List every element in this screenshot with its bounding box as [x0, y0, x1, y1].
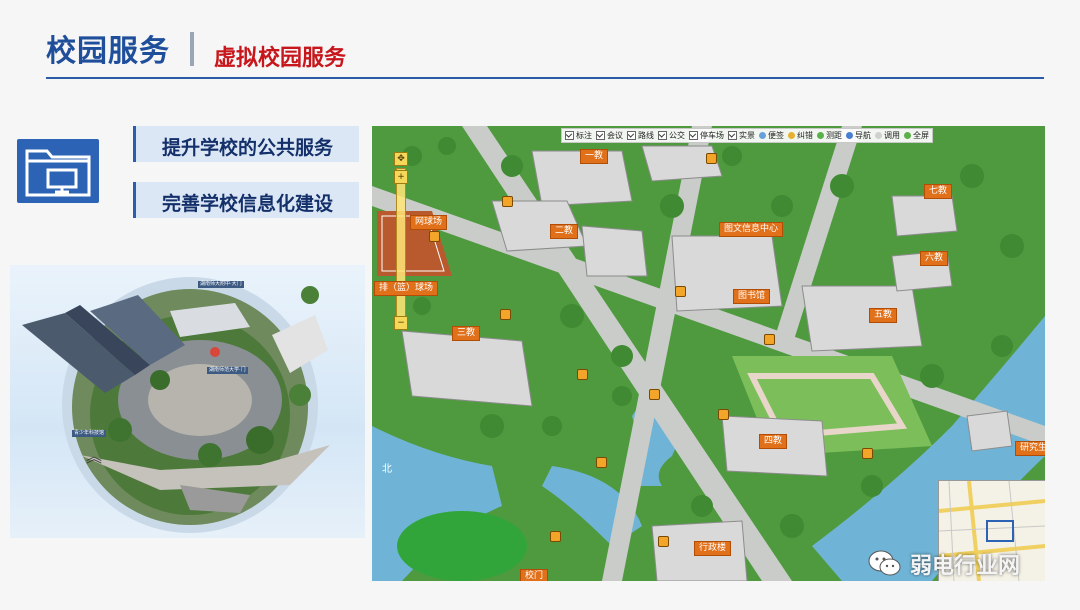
- poi-marker[interactable]: [649, 389, 660, 400]
- toolbar-item-label: 标注: [576, 130, 592, 140]
- embed-icon: [875, 132, 882, 139]
- toolbar-item-label: 路线: [638, 130, 654, 140]
- callout-informatization: 完善学校信息化建设: [133, 182, 359, 218]
- poi-marker[interactable]: [550, 531, 561, 542]
- map-label-admin[interactable]: 行政楼: [694, 541, 732, 556]
- poi-marker[interactable]: [764, 334, 775, 345]
- toolbar-item-label: 停车场: [700, 130, 724, 140]
- map-toolbar: 标注 会议 路线 公交 停车场 实景 便签 纠错 测距 导航 调用 全屏: [561, 128, 933, 143]
- toolbar-fullscreen-button[interactable]: 全屏: [904, 130, 929, 140]
- folder-icon-tile: [17, 139, 99, 203]
- toolbar-labels-toggle[interactable]: 标注: [565, 131, 592, 140]
- toolbar-item-label: 导航: [855, 130, 871, 140]
- warning-icon: [788, 132, 795, 139]
- panorama-label: 青少年科技馆: [72, 430, 107, 437]
- campus-map[interactable]: 标注 会议 路线 公交 停车场 实景 便签 纠错 测距 导航 调用 全屏 ✥ +…: [372, 126, 1045, 581]
- wechat-icon: [868, 550, 901, 576]
- toolbar-item-label: 调用: [884, 130, 900, 140]
- map-label-library[interactable]: 图书馆: [733, 289, 771, 304]
- poi-marker[interactable]: [577, 369, 588, 380]
- poi-marker[interactable]: [596, 457, 607, 468]
- compass-icon: 北: [382, 464, 392, 475]
- fullscreen-icon: [904, 132, 911, 139]
- toolbar-item-label: 测距: [826, 130, 842, 140]
- map-label-tennis[interactable]: 网球场: [410, 215, 448, 230]
- panorama-illustration: [22, 277, 330, 533]
- map-label-wujiao[interactable]: 五教: [869, 308, 898, 323]
- poi-marker[interactable]: [675, 286, 686, 297]
- zoom-out-button[interactable]: −: [394, 316, 408, 330]
- poi-marker[interactable]: [429, 231, 440, 242]
- poi-marker[interactable]: [500, 309, 511, 320]
- map-label-liujiao[interactable]: 六教: [920, 251, 949, 266]
- toolbar-note-button[interactable]: 便签: [759, 130, 784, 140]
- toolbar-route-toggle[interactable]: 路线: [627, 131, 654, 140]
- toolbar-bus-toggle[interactable]: 公交: [658, 131, 685, 140]
- title-divider: [190, 32, 194, 66]
- panorama-image[interactable]: 湖南师大附中·大门 湖南师范大学·门 青少年科技馆 ︽: [10, 265, 365, 538]
- poi-marker[interactable]: [862, 448, 873, 459]
- ruler-icon: [817, 132, 824, 139]
- toolbar-item-label: 会议: [607, 130, 623, 140]
- folder-monitor-icon: [25, 149, 91, 197]
- navigation-icon: [846, 132, 853, 139]
- toolbar-embed-button[interactable]: 调用: [875, 130, 900, 140]
- map-label-volleyball[interactable]: 排（篮）球场: [374, 281, 439, 296]
- pan-control[interactable]: ✥: [394, 152, 408, 166]
- map-label-qijiao[interactable]: 七教: [924, 184, 953, 199]
- panorama-label: 湖南师范大学·门: [207, 367, 248, 374]
- map-label-grad[interactable]: 研究生: [1015, 441, 1045, 456]
- map-label-sijiao[interactable]: 四教: [759, 434, 788, 449]
- toolbar-item-label: 全屏: [913, 130, 929, 140]
- callout-public-service: 提升学校的公共服务: [133, 126, 359, 162]
- chevron-up-icon[interactable]: ︽: [86, 443, 102, 467]
- callout-text: 提升学校的公共服务: [161, 137, 333, 159]
- map-label-library-center[interactable]: 图文信息中心: [719, 222, 784, 237]
- watermark: 弱电行业网: [868, 548, 1020, 580]
- poi-marker[interactable]: [658, 536, 669, 547]
- page-title: 校园服务: [46, 34, 170, 69]
- checkbox-icon: [728, 131, 737, 140]
- zoom-in-button[interactable]: +: [394, 170, 408, 184]
- header-rule: [46, 77, 1044, 79]
- toolbar-measure-button[interactable]: 测距: [817, 130, 842, 140]
- slide: 校园服务 虚拟校园服务 提升学校的公共服务 完善学校信息化建设 湖南师大附中·大…: [0, 0, 1080, 610]
- poi-marker[interactable]: [718, 409, 729, 420]
- checkbox-icon: [565, 131, 574, 140]
- map-label-sanjiao[interactable]: 三教: [452, 326, 481, 341]
- toolbar-report-button[interactable]: 纠错: [788, 130, 813, 140]
- toolbar-navigate-button[interactable]: 导航: [846, 130, 871, 140]
- panorama-label: 湖南师大附中·大门: [198, 281, 244, 288]
- page-subtitle: 虚拟校园服务: [214, 46, 347, 71]
- note-icon: [759, 132, 766, 139]
- map-label-gate[interactable]: 校门: [520, 569, 549, 581]
- toolbar-item-label: 纠错: [797, 130, 813, 140]
- checkbox-icon: [596, 131, 605, 140]
- watermark-text: 弱电行业网: [910, 554, 1021, 579]
- toolbar-item-label: 便签: [768, 130, 784, 140]
- toolbar-meeting-toggle[interactable]: 会议: [596, 131, 623, 140]
- poi-marker[interactable]: [502, 196, 513, 207]
- map-label-erjiao[interactable]: 二教: [550, 224, 579, 239]
- toolbar-item-label: 实景: [739, 130, 755, 140]
- checkbox-icon: [689, 131, 698, 140]
- zoom-slider[interactable]: [396, 168, 406, 320]
- checkbox-icon: [627, 131, 636, 140]
- map-label-yijiao[interactable]: 一教: [580, 149, 609, 164]
- checkbox-icon: [658, 131, 667, 140]
- poi-marker[interactable]: [706, 153, 717, 164]
- toolbar-parking-toggle[interactable]: 停车场: [689, 131, 724, 140]
- toolbar-streetview-toggle[interactable]: 实景: [728, 131, 755, 140]
- toolbar-item-label: 公交: [669, 130, 685, 140]
- callout-text: 完善学校信息化建设: [161, 193, 333, 215]
